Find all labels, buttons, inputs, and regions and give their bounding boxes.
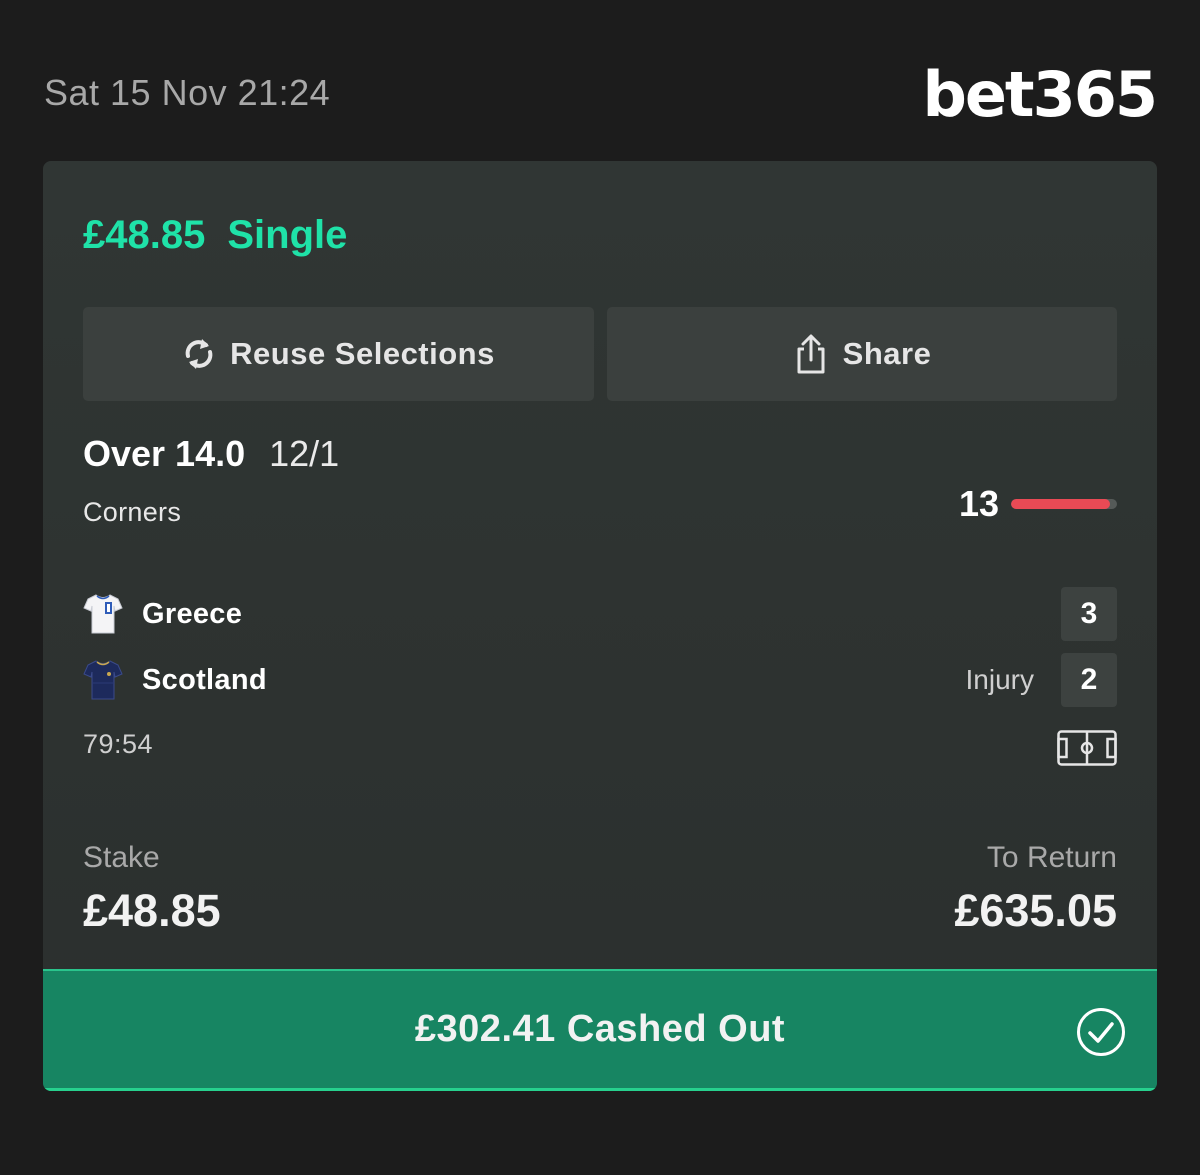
injury-status: Injury	[965, 664, 1034, 695]
share-icon	[793, 333, 829, 375]
team-row-away: Scotland Injury 2	[83, 653, 1117, 707]
score-home: 3	[1061, 587, 1117, 641]
share-label: Share	[842, 336, 932, 371]
progress-count: 13	[958, 483, 999, 524]
bet-card: £48.85 Single Reuse Selections Share Over…	[43, 161, 1157, 1091]
cashout-bar: £302.41 Cashed Out	[43, 969, 1157, 1091]
progress-fill	[1011, 499, 1110, 509]
return-label: To Return	[986, 841, 1117, 874]
share-button[interactable]: Share	[607, 307, 1117, 401]
stake-value: £48.85	[83, 885, 221, 936]
refresh-icon	[182, 335, 216, 373]
header: Sat 15 Nov 21:24 bet365	[44, 58, 1158, 131]
bet-type: Single	[227, 213, 348, 257]
team-name-away: Scotland	[142, 663, 267, 696]
bet365-logo: bet365	[922, 58, 1158, 131]
pitch-icon[interactable]	[1057, 730, 1117, 771]
match-clock: 79:54	[83, 729, 154, 759]
team-row-home: Greece 3	[83, 587, 1117, 641]
selection: Over 14.0 12/1	[83, 433, 339, 475]
greece-kit-icon	[83, 593, 123, 635]
corners-progress: 13	[959, 483, 1117, 525]
selection-odds: 12/1	[269, 433, 340, 474]
progress-track	[1011, 499, 1117, 509]
cashout-text: £302.41 Cashed Out	[414, 1008, 786, 1050]
stake-label: Stake	[83, 841, 160, 874]
team-name-home: Greece	[142, 597, 243, 630]
scotland-kit-icon	[83, 659, 123, 701]
bet-headline: £48.85 Single	[83, 213, 347, 258]
market-name: Corners	[83, 497, 182, 527]
reuse-selections-button[interactable]: Reuse Selections	[83, 307, 594, 401]
bet-amount: £48.85	[83, 213, 206, 257]
score-away: 2	[1061, 653, 1117, 707]
check-circle-icon	[1076, 1007, 1126, 1062]
reuse-selections-label: Reuse Selections	[230, 336, 495, 371]
selection-name: Over 14.0	[83, 433, 246, 474]
return-value: £635.05	[954, 885, 1117, 936]
datetime: Sat 15 Nov 21:24	[44, 72, 331, 113]
